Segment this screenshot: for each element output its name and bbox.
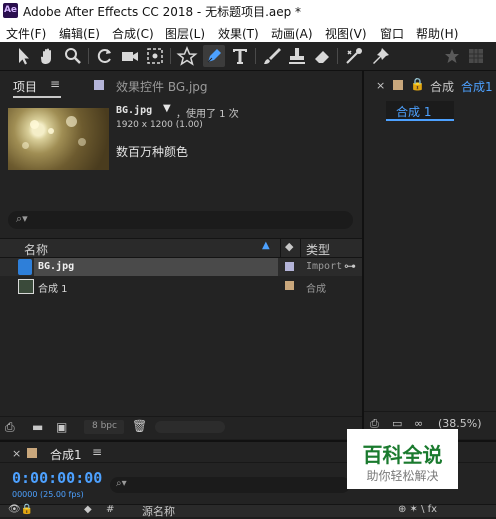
composition-panel: × 🔒 合成 合成1 合成 1 ⎙ ▭ ∞ (38.5%) [364, 71, 496, 439]
selected-file-name: BG.jpg [116, 105, 153, 116]
toolbar-divider [170, 48, 171, 64]
project-item-row[interactable]: BG.jpg Import ⊶ [0, 258, 362, 276]
menu-layer[interactable]: 图层(L) [165, 25, 205, 42]
column-type-header[interactable]: 类型 [306, 241, 330, 258]
menu-bar: 文件(F) 编辑(E) 合成(C) 图层(L) 效果(T) 动画(A) 视图(V… [0, 22, 496, 42]
search-icon: ⌕▾ [16, 212, 28, 225]
type-tool-icon[interactable] [229, 45, 251, 67]
project-search-input[interactable]: ⌕▾ [8, 211, 353, 229]
project-column-header: 名称 ▲ ◆ 类型 [0, 238, 362, 258]
panel-menu-icon[interactable]: ≡ [92, 445, 102, 459]
menu-animation[interactable]: 动画(A) [271, 25, 313, 42]
snapping-grid-icon[interactable] [465, 45, 487, 67]
item-type: 合成 [306, 284, 326, 295]
layer-switches-icons[interactable]: ⊕ ✶ \ fx [398, 504, 437, 515]
sort-ascending-icon[interactable]: ▲ [262, 240, 270, 251]
camera-tool-icon[interactable] [119, 45, 141, 67]
zoom-tool-icon[interactable] [62, 45, 84, 67]
item-name: 合成 1 [38, 284, 68, 295]
menu-window[interactable]: 窗口 [380, 25, 404, 42]
pen-tool-icon[interactable] [203, 45, 225, 67]
trash-icon[interactable]: 🗑 [132, 419, 147, 433]
layer-column-header: 👁🔒 ◆ # 源名称 ⊕ ✶ \ fx [0, 503, 496, 519]
comp-tab-name[interactable]: 合成1 [461, 78, 493, 95]
footage-thumbnail [8, 108, 109, 170]
composition-icon [18, 279, 34, 294]
toolbar-divider [255, 48, 256, 64]
puppet-pin-tool-icon[interactable] [370, 45, 392, 67]
window-title: Adobe After Effects CC 2018 - 无标题项目.aep … [23, 5, 302, 19]
label-color-swatch[interactable] [285, 281, 294, 290]
column-name-header[interactable]: 名称 [24, 241, 48, 258]
watermark-logo: 百科全说 助你轻松解决 [347, 429, 458, 489]
rotate-tool-icon[interactable] [94, 45, 116, 67]
toolbar-divider [88, 48, 89, 64]
label-color-swatch[interactable] [285, 262, 294, 271]
frame-info: 00000 (25.00 fps) [12, 490, 84, 499]
label-tag-icon[interactable]: ◆ [84, 504, 92, 515]
snapping-star-icon[interactable] [441, 45, 463, 67]
brush-tool-icon[interactable] [261, 45, 283, 67]
menu-effect[interactable]: 效果(T) [218, 25, 259, 42]
audio-video-switches-icon[interactable]: 👁🔒 [8, 504, 33, 515]
tab-effect-controls[interactable]: 效果控件 BG.jpg [116, 78, 208, 95]
menu-help[interactable]: 帮助(H) [416, 25, 458, 42]
clone-stamp-tool-icon[interactable] [286, 45, 308, 67]
comp-breadcrumb[interactable]: 合成 1 [386, 101, 454, 121]
close-icon[interactable]: × [376, 79, 385, 92]
bit-depth-label: 8 bpc [92, 421, 117, 431]
close-icon[interactable]: × [12, 447, 21, 460]
menu-view[interactable]: 视图(V) [325, 25, 367, 42]
eraser-tool-icon[interactable] [311, 45, 333, 67]
roto-brush-tool-icon[interactable] [343, 45, 365, 67]
search-icon: ⌕▾ [116, 478, 127, 489]
interpret-footage-icon[interactable]: ⎙ [5, 420, 15, 435]
layer-number-hash: # [106, 504, 115, 515]
panel-menu-icon[interactable]: ≡ [50, 77, 60, 91]
selection-tool-icon[interactable] [12, 45, 34, 67]
timeline-search-input[interactable]: ⌕▾ [110, 477, 350, 493]
window-title-bar: Ae Adobe After Effects CC 2018 - 无标题项目.a… [0, 0, 496, 22]
after-effects-app-icon: Ae [3, 3, 18, 18]
new-folder-icon[interactable]: ▬ [32, 420, 43, 434]
project-panel-footer: ⎙ ▬ ▣ 8 bpc 🗑 [0, 416, 362, 439]
shape-tool-icon[interactable] [176, 45, 198, 67]
comp-color-swatch [393, 80, 403, 90]
flowchart-icon[interactable]: ⊶ [344, 259, 356, 273]
file-usage-count: ，使用了 1 次 [176, 109, 239, 120]
pan-behind-tool-icon[interactable] [144, 45, 166, 67]
source-name-header[interactable]: 源名称 [142, 503, 175, 519]
comp-breadcrumb-label: 合成 1 [396, 105, 432, 119]
menu-file[interactable]: 文件(F) [6, 25, 46, 42]
watermark-title: 百科全说 [362, 443, 443, 467]
comp-color-swatch [27, 448, 37, 458]
toolbar-divider [337, 48, 338, 64]
effects-tab-color-swatch [94, 80, 104, 90]
menu-edit[interactable]: 编辑(E) [59, 25, 100, 42]
lock-icon[interactable]: 🔒 [410, 77, 425, 91]
new-composition-icon[interactable]: ▣ [56, 420, 67, 434]
file-dimensions: 1920 x 1200 (1.00) [116, 120, 203, 130]
current-timecode[interactable]: 0:00:00:00 [12, 469, 102, 487]
tab-project[interactable]: 项目 [13, 78, 37, 95]
thumbnail-slider[interactable] [155, 421, 225, 433]
file-dropdown-icon[interactable]: ▼ [163, 103, 171, 114]
bit-depth-button[interactable]: 8 bpc [84, 420, 124, 434]
hand-tool-icon[interactable] [37, 45, 59, 67]
tools-toolbar [0, 42, 496, 123]
menu-composition[interactable]: 合成(C) [112, 25, 154, 42]
watermark-subtitle: 助你轻松解决 [366, 469, 439, 483]
image-file-icon [18, 259, 32, 275]
item-name: BG.jpg [38, 261, 75, 272]
timeline-comp-name[interactable]: 合成1 [50, 446, 82, 463]
project-item-row[interactable]: 合成 1 合成 [0, 277, 362, 295]
label-tag-icon[interactable]: ◆ [285, 240, 293, 253]
item-type: Import [306, 261, 343, 272]
comp-tab-label[interactable]: 合成 [430, 78, 454, 95]
color-depth-text: 数百万种颜色 [116, 145, 189, 159]
active-tab-underline [13, 96, 61, 98]
